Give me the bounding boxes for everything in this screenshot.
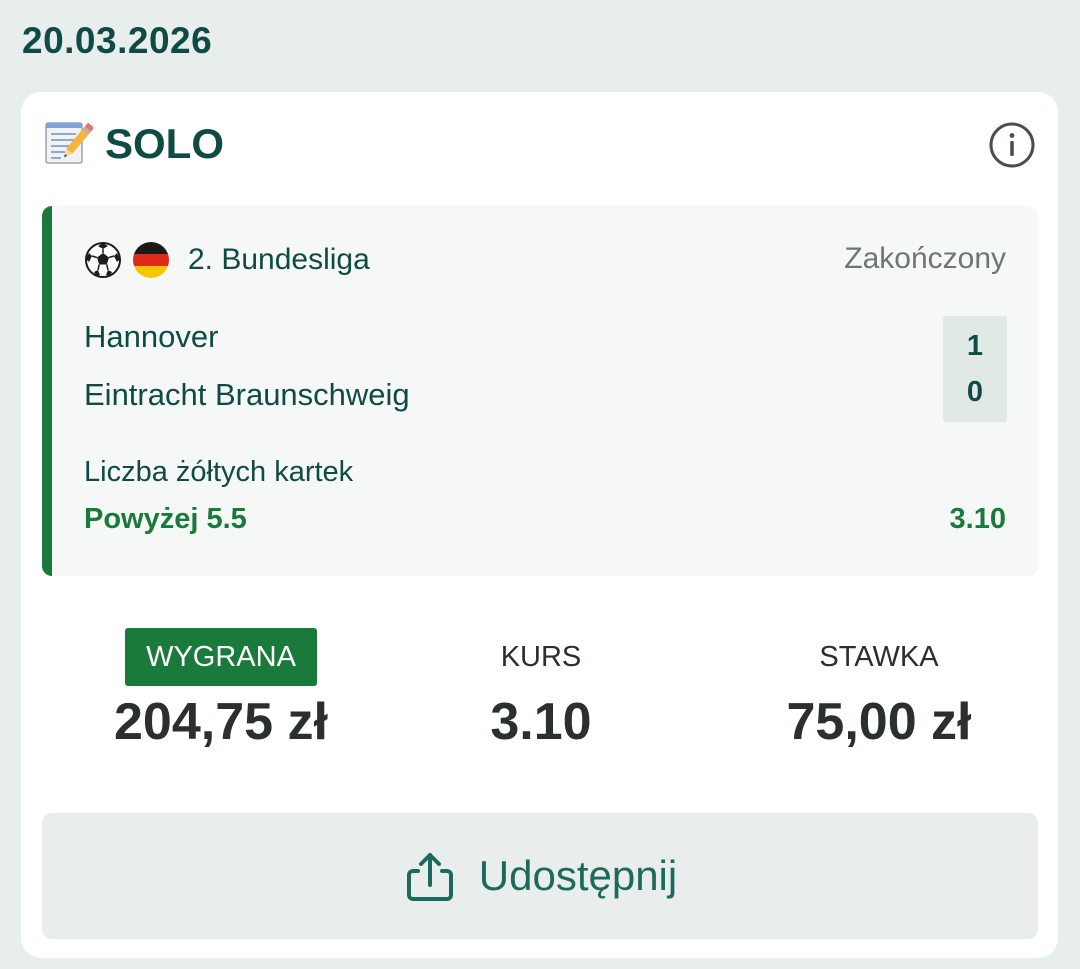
info-icon[interactable]: [988, 121, 1036, 169]
odds-value: 3.10: [490, 693, 592, 751]
germany-flag-icon: [133, 242, 169, 278]
winnings-stat: WYGRANA 204,75 zł: [71, 628, 371, 752]
win-accent-bar: [42, 206, 52, 576]
share-label: Udostępnij: [478, 852, 678, 899]
win-badge: WYGRANA: [125, 628, 317, 686]
away-score: 0: [966, 376, 984, 408]
home-team: Hannover: [84, 319, 219, 354]
stake-stat: STAWKA 75,00 zł: [729, 628, 1029, 752]
match-status: Zakończony: [844, 242, 1006, 275]
pick-odds: 3.10: [949, 503, 1006, 535]
league-row: 2. Bundesliga: [84, 240, 370, 280]
home-score: 1: [966, 330, 984, 362]
match-panel[interactable]: 2. Bundesliga Zakończony Hannover Eintra…: [42, 206, 1038, 576]
odds-stat: KURS 3.10: [391, 628, 691, 752]
share-button[interactable]: Udostępnij: [42, 813, 1038, 939]
market-name: Liczba żółtych kartek: [84, 456, 354, 488]
share-icon: [406, 853, 453, 901]
card-header: SOLO: [43, 118, 1036, 168]
pick-selection: Powyżej 5.5: [84, 503, 247, 535]
soccer-ball-icon: [85, 242, 121, 278]
league-name: 2. Bundesliga: [188, 243, 370, 276]
memo-icon: [45, 122, 93, 164]
stake-value: 75,00 zł: [786, 693, 972, 751]
bet-type-title: SOLO: [105, 120, 225, 167]
bet-card: SOLO 2. Bundesliga Zakończony Hannover E…: [21, 92, 1058, 958]
winnings-value: 204,75 zł: [114, 693, 328, 751]
bet-date: 20.03.2026: [22, 20, 213, 61]
odds-label: KURS: [500, 641, 582, 673]
score-box: 1 0: [943, 316, 1007, 422]
away-team: Eintracht Braunschweig: [84, 377, 410, 412]
stake-label: STAWKA: [819, 641, 939, 673]
